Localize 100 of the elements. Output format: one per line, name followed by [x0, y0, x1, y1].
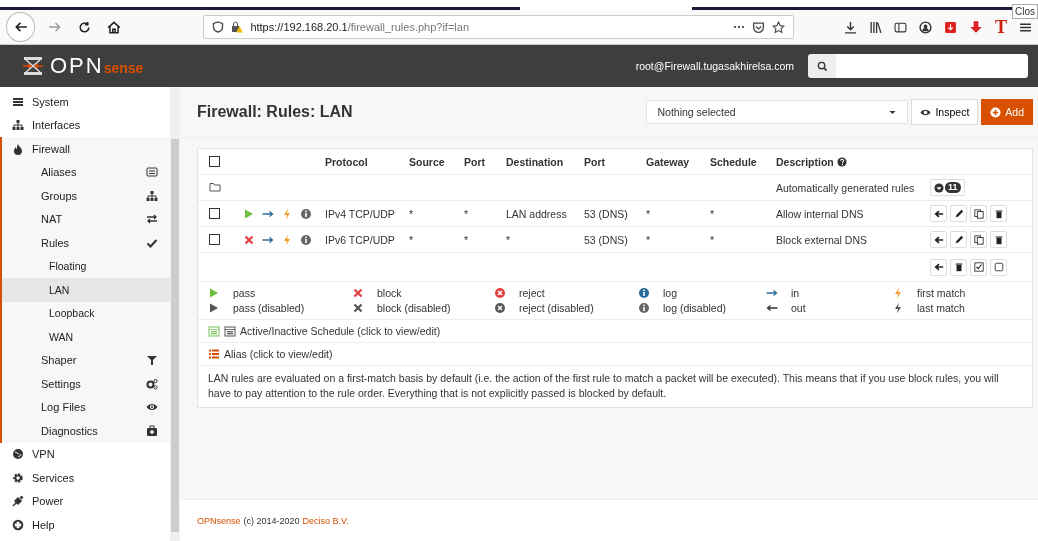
- tooltip: Clos: [1012, 4, 1038, 19]
- column-header: Schedule: [710, 155, 758, 168]
- company-link[interactable]: Deciso B.V.: [302, 516, 349, 526]
- table-cell-text: *: [409, 233, 415, 246]
- address-bar[interactable]: https://192.168.20.1/firewall_rules.php?if=lan: [203, 15, 794, 39]
- expand-button[interactable]: 11: [930, 179, 965, 196]
- menu-item[interactable]: Log Files: [2, 395, 170, 419]
- table-cell-text: *: [710, 207, 716, 220]
- checkbox[interactable]: [209, 234, 220, 245]
- inspect-button[interactable]: Inspect: [911, 99, 979, 125]
- filter-icon: [146, 354, 158, 367]
- menu-item[interactable]: Floating: [2, 254, 170, 278]
- cross-icon: [243, 233, 255, 246]
- down-arrow-icon: [968, 20, 983, 34]
- move-button[interactable]: [930, 258, 947, 276]
- search-button[interactable]: [808, 54, 836, 78]
- star-icon: [771, 20, 785, 34]
- legend-label: reject (disabled): [519, 302, 594, 314]
- plus-icon: [990, 106, 1002, 118]
- table-cell-text: Block external DNS: [776, 233, 869, 246]
- menu-item[interactable]: Diagnostics: [2, 419, 170, 443]
- pocket-icon: [751, 20, 765, 34]
- edit-button[interactable]: [950, 205, 967, 222]
- menu-item[interactable]: NAT: [2, 207, 170, 231]
- schedule-note: Active/Inactive Schedule (click to view/edit): [240, 325, 441, 337]
- play-icon: [243, 207, 255, 220]
- column-header: Port: [584, 155, 606, 168]
- delete-button[interactable]: [990, 205, 1007, 222]
- menu-item[interactable]: Loopback: [2, 301, 170, 325]
- table-cell-text: *: [710, 233, 716, 246]
- legend-label: first match: [917, 287, 966, 299]
- bolt-icon: [892, 302, 904, 314]
- info-icon: [300, 233, 312, 246]
- brand-link[interactable]: OPNsense: [197, 516, 241, 526]
- table-cell-text: *: [409, 207, 415, 220]
- extension-logo[interactable]: T: [994, 18, 1007, 36]
- scrollbar-thumb[interactable]: [171, 139, 179, 532]
- search-field[interactable]: [836, 54, 1028, 78]
- clone-button[interactable]: [970, 231, 987, 248]
- folder-icon: [209, 180, 221, 193]
- info-icon: [638, 287, 650, 299]
- menu-item[interactable]: WAN: [2, 325, 170, 349]
- move-button[interactable]: [930, 231, 947, 248]
- menu-item[interactable]: LAN: [0, 278, 170, 302]
- logo-icon: [22, 55, 44, 77]
- select-field[interactable]: Nothing selected: [646, 100, 909, 124]
- medkit-icon: [146, 424, 158, 437]
- table-cell-text: *: [464, 233, 470, 246]
- back-button[interactable]: [6, 12, 36, 42]
- column-header: Description: [776, 155, 930, 168]
- menu-item[interactable]: Aliases: [2, 160, 170, 184]
- left-arrow-icon: [933, 234, 944, 245]
- enable-button[interactable]: [970, 258, 987, 276]
- checkbox[interactable]: [209, 156, 220, 167]
- legend-label: out: [791, 302, 806, 314]
- menu-item[interactable]: Power: [0, 489, 170, 513]
- legend-label: last match: [917, 302, 965, 314]
- right-arrow-icon: [766, 287, 778, 299]
- menu-item[interactable]: Rules: [2, 231, 170, 255]
- menu-item[interactable]: System: [0, 90, 170, 114]
- clone-button[interactable]: [970, 205, 987, 222]
- right-arrow-icon: [47, 20, 62, 34]
- reload-icon: [77, 20, 91, 34]
- list-icon: [208, 348, 220, 360]
- legend-label: in: [791, 287, 800, 299]
- checkbox[interactable]: [209, 208, 220, 219]
- menu-item[interactable]: VPN: [0, 442, 170, 466]
- edit-button[interactable]: [950, 231, 967, 248]
- disable-button[interactable]: [990, 258, 1007, 276]
- table-cell-text: *: [646, 207, 652, 220]
- left-arrow-icon: [13, 20, 28, 34]
- delete-button[interactable]: [990, 231, 1007, 248]
- calendar-icon: [208, 325, 220, 337]
- delete-button[interactable]: [950, 258, 967, 276]
- info-text: LAN rules are evaluated on a first-match basis by default (i.e. the action of the first rule to match a packet will be executed). This means that if you use block rules, you will have to pay attention to the rule order. Everything that is not explicitly passed is blocked by default.: [207, 371, 1000, 401]
- table-cell-text: *: [646, 233, 652, 246]
- menu-item[interactable]: Groups: [2, 184, 170, 208]
- add-button[interactable]: Add: [981, 99, 1033, 125]
- logo-text: sense: [103, 60, 144, 76]
- menu-item[interactable]: Help: [0, 513, 170, 537]
- exchange-icon: [146, 213, 158, 226]
- menu-item[interactable]: Settings: [2, 372, 170, 396]
- lock-warning-icon: [231, 21, 244, 33]
- copy-icon: [973, 234, 984, 245]
- move-button[interactable]: [930, 205, 947, 222]
- table-cell-text: Automatically generated rules: [776, 181, 916, 194]
- column-header: Source: [409, 155, 446, 168]
- column-header: Gateway: [646, 155, 691, 168]
- user-name[interactable]: root@Firewall.tugasakhirelsa.com: [635, 60, 794, 72]
- menu-item[interactable]: Services: [0, 466, 170, 490]
- menu-item[interactable]: Firewall: [0, 137, 170, 161]
- plug-icon: [12, 495, 24, 508]
- sitemap-icon: [12, 119, 24, 132]
- bolt-icon: [281, 233, 293, 246]
- menu-item[interactable]: Interfaces: [0, 113, 170, 137]
- legend-label: reject: [519, 287, 545, 299]
- legend-label: log: [663, 287, 677, 299]
- menu-item[interactable]: Shaper: [2, 348, 170, 372]
- column-header: Destination: [506, 155, 565, 168]
- reject-icon: [494, 302, 506, 314]
